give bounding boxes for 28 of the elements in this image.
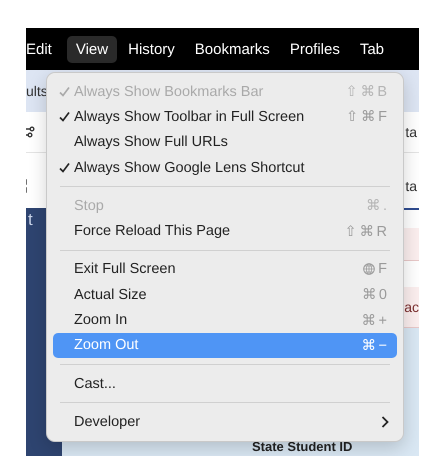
menu-bar-item[interactable]: Profiles	[280, 36, 349, 62]
shortcut: ⌘+	[362, 312, 389, 329]
menu-item[interactable]: Always Show Toolbar in Full Screen ⇧⌘F	[53, 104, 397, 130]
column-header: ta	[405, 178, 417, 194]
toolbar-text: ta	[405, 124, 417, 140]
menu-bar-item[interactable]: View	[66, 36, 118, 62]
menu-item[interactable]: Force Reload This Page ⇧⌘R	[53, 218, 397, 244]
menu-item[interactable]: Exit Full Screen F	[53, 256, 397, 282]
shortcut: ⌘−	[362, 336, 389, 354]
menu-item[interactable]: Always Show Full URLs	[53, 130, 397, 155]
menu-item[interactable]: Always Show Google Lens Shortcut	[53, 154, 397, 180]
field-label: State Student ID	[252, 439, 352, 454]
menu-bar-item[interactable]: Edit	[26, 36, 61, 62]
shortcut: F	[363, 261, 389, 278]
shortcut: ⇧⌘B	[345, 83, 389, 100]
shortcut: ⌘.	[366, 197, 389, 214]
alert-text: ac	[404, 299, 419, 315]
menu-bar-item[interactable]: Tab	[350, 36, 394, 62]
sidebar-text: t	[27, 210, 33, 229]
shortcut: ⌘0	[362, 286, 389, 304]
menu-item[interactable]: Developer	[53, 409, 397, 435]
menu-bar-item[interactable]: History	[119, 36, 184, 62]
menu-item[interactable]: Cast...	[53, 370, 397, 396]
menu-bar-item[interactable]: Bookmarks	[186, 36, 279, 62]
menu-item[interactable]: Actual Size ⌘0	[53, 282, 397, 308]
menu-item[interactable]: Zoom In ⌘+	[53, 307, 397, 333]
shortcut: ⇧⌘R	[344, 222, 389, 240]
shortcut: ⇧⌘F	[346, 108, 389, 126]
